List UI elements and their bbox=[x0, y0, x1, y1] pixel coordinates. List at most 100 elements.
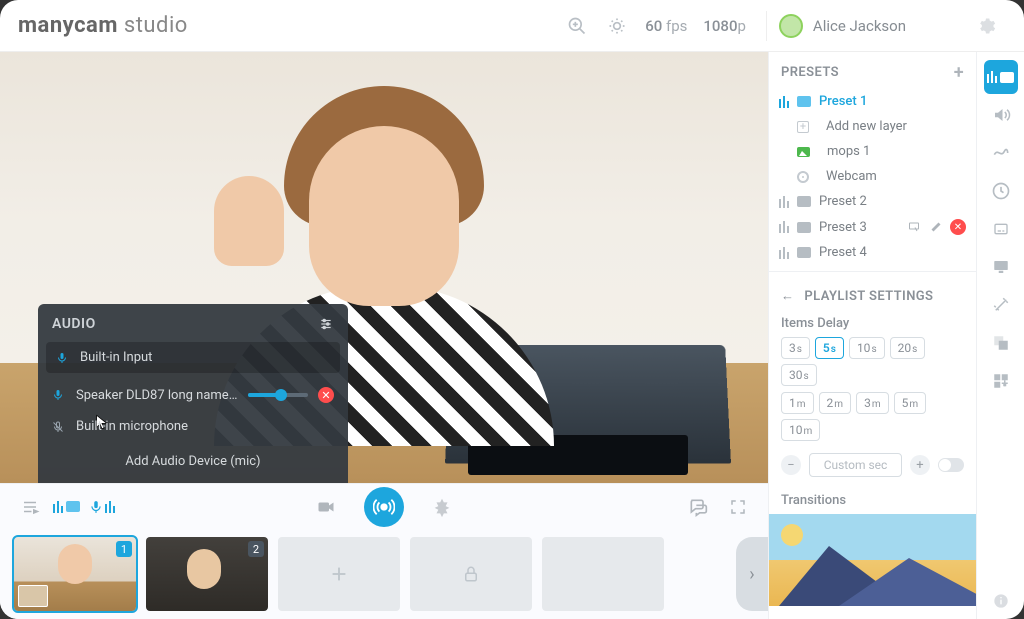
preset-screen-icon[interactable] bbox=[906, 219, 922, 235]
audio-device-item[interactable]: Speaker DLD87 long name lorem... ✕ bbox=[38, 379, 348, 411]
brand-bold: manycam bbox=[18, 13, 118, 38]
playlist-icon[interactable] bbox=[14, 491, 46, 523]
brightness-icon[interactable] bbox=[603, 12, 631, 40]
layer-label: Add new layer bbox=[826, 119, 907, 134]
fps-indicator[interactable]: 60 fps bbox=[645, 17, 687, 35]
resolution-indicator[interactable]: 1080p bbox=[703, 17, 746, 35]
zoom-icon[interactable] bbox=[563, 12, 591, 40]
delay-chip[interactable]: 20s bbox=[890, 337, 926, 359]
thumbnail-source[interactable]: 1 bbox=[14, 537, 136, 611]
preset-layer-add[interactable]: + Add new layer bbox=[769, 114, 976, 139]
delay-chip[interactable]: 5m bbox=[894, 392, 927, 414]
video-preview[interactable]: AUDIO Built-in Input bbox=[0, 52, 768, 483]
top-bar: manycam studio 60 fps 1080p Alice Jackso… bbox=[0, 0, 1024, 52]
rail-effects-icon[interactable] bbox=[984, 288, 1018, 322]
snapshot-icon[interactable] bbox=[426, 491, 458, 523]
presets-header: PRESETS + bbox=[769, 52, 976, 89]
layer-label: mops 1 bbox=[827, 144, 870, 159]
layout-levels-icon[interactable] bbox=[50, 491, 82, 523]
volume-slider[interactable] bbox=[248, 393, 308, 397]
delay-chip[interactable]: 3m bbox=[856, 392, 889, 414]
preset-label: Preset 1 bbox=[819, 94, 867, 109]
fullscreen-icon[interactable] bbox=[722, 491, 754, 523]
chat-icon[interactable] bbox=[682, 491, 714, 523]
brand-light: studio bbox=[124, 13, 188, 38]
rail-draw-icon[interactable] bbox=[984, 136, 1018, 170]
preset-item[interactable]: Preset 3 ✕ bbox=[769, 214, 976, 240]
fps-value: 60 bbox=[645, 17, 662, 35]
image-icon bbox=[797, 147, 810, 157]
delay-chip[interactable]: 1m bbox=[781, 392, 814, 414]
rail-widgets-icon[interactable] bbox=[984, 364, 1018, 398]
user-avatar[interactable] bbox=[779, 14, 803, 38]
thumbnail-index-badge: 1 bbox=[116, 541, 132, 557]
rail-time-icon[interactable] bbox=[984, 174, 1018, 208]
audio-device-item[interactable]: Built-in microphone bbox=[38, 411, 348, 442]
delay-chip[interactable]: 5s bbox=[815, 337, 844, 359]
delay-chips-row: 3s 5s 10s 20s 30s bbox=[769, 337, 976, 392]
audio-popup-header: AUDIO bbox=[38, 304, 348, 342]
rail-info-icon[interactable] bbox=[993, 593, 1009, 609]
camera-toggle-icon[interactable] bbox=[310, 491, 342, 523]
custom-delay-input[interactable]: Custom sec bbox=[809, 453, 902, 477]
broadcast-button[interactable] bbox=[364, 487, 404, 527]
resolution-value: 1080 bbox=[703, 17, 737, 35]
resolution-unit: p bbox=[737, 17, 745, 35]
source-thumbnails: 1 2 › bbox=[0, 529, 768, 619]
mic-icon bbox=[56, 351, 70, 365]
preset-layer-item[interactable]: mops 1 bbox=[769, 139, 976, 164]
audio-popup: AUDIO Built-in Input bbox=[38, 304, 348, 483]
preset-label: Preset 2 bbox=[819, 194, 867, 209]
mic-icon bbox=[52, 388, 66, 402]
mic-muted-icon bbox=[52, 420, 66, 434]
preset-layer-item[interactable]: Webcam bbox=[769, 164, 976, 189]
preset-delete-button[interactable]: ✕ bbox=[950, 219, 966, 235]
audio-device-item[interactable]: Built-in Input bbox=[46, 342, 340, 373]
remove-device-button[interactable]: ✕ bbox=[318, 387, 334, 403]
preset-label: Preset 4 bbox=[819, 245, 867, 260]
transition-preview[interactable] bbox=[769, 514, 976, 606]
rail-presets-icon[interactable] bbox=[984, 60, 1018, 94]
delay-chip[interactable]: 2m bbox=[819, 392, 852, 414]
thumbnail-locked[interactable] bbox=[410, 537, 532, 611]
delay-toggle[interactable] bbox=[938, 458, 964, 472]
webcam-icon bbox=[797, 171, 809, 183]
user-name[interactable]: Alice Jackson bbox=[813, 17, 906, 35]
right-panel: PRESETS + Preset 1 + Add new layer mops … bbox=[768, 52, 976, 619]
audio-device-label: Built-in Input bbox=[80, 350, 330, 365]
items-delay-label: Items Delay bbox=[769, 308, 976, 337]
layer-label: Webcam bbox=[826, 169, 877, 184]
thumbnail-source[interactable]: 2 bbox=[146, 537, 268, 611]
increase-button[interactable]: + bbox=[910, 455, 930, 475]
add-audio-device-button[interactable]: Add Audio Device (mic) bbox=[38, 442, 348, 483]
add-preset-button[interactable]: + bbox=[954, 62, 964, 83]
rail-subtitle-icon[interactable] bbox=[984, 212, 1018, 246]
rail-audio-icon[interactable] bbox=[984, 98, 1018, 132]
center-column: AUDIO Built-in Input bbox=[0, 52, 768, 619]
decrease-button[interactable]: − bbox=[781, 455, 801, 475]
rail-overlay-icon[interactable] bbox=[984, 326, 1018, 360]
thumbnail-add[interactable] bbox=[278, 537, 400, 611]
mic-levels-icon[interactable] bbox=[86, 491, 118, 523]
thumbnail-empty[interactable] bbox=[542, 537, 664, 611]
preset-item[interactable]: Preset 2 bbox=[769, 189, 976, 214]
thumbnails-next-button[interactable]: › bbox=[736, 537, 768, 611]
playlist-settings-header[interactable]: ← PLAYLIST SETTINGS bbox=[769, 278, 976, 308]
fps-unit: fps bbox=[666, 17, 687, 35]
main-area: AUDIO Built-in Input bbox=[0, 52, 1024, 619]
preset-item[interactable]: Preset 1 bbox=[769, 89, 976, 114]
delay-chip[interactable]: 30s bbox=[781, 364, 817, 386]
delay-chip[interactable]: 3s bbox=[781, 337, 810, 359]
back-arrow-icon[interactable]: ← bbox=[781, 288, 794, 304]
transitions-label: Transitions bbox=[769, 485, 976, 514]
delay-chip[interactable]: 10m bbox=[781, 419, 820, 441]
settings-gear-icon[interactable] bbox=[972, 12, 1000, 40]
audio-device-label: Built-in microphone bbox=[76, 419, 334, 434]
audio-popup-title: AUDIO bbox=[52, 316, 96, 332]
audio-settings-icon[interactable] bbox=[318, 317, 334, 331]
rail-display-icon[interactable] bbox=[984, 250, 1018, 284]
delay-chip[interactable]: 10s bbox=[849, 337, 885, 359]
preset-item[interactable]: Preset 4 bbox=[769, 240, 976, 265]
preset-edit-icon[interactable] bbox=[928, 219, 944, 235]
audio-device-label: Speaker DLD87 long name lorem... bbox=[76, 388, 238, 403]
